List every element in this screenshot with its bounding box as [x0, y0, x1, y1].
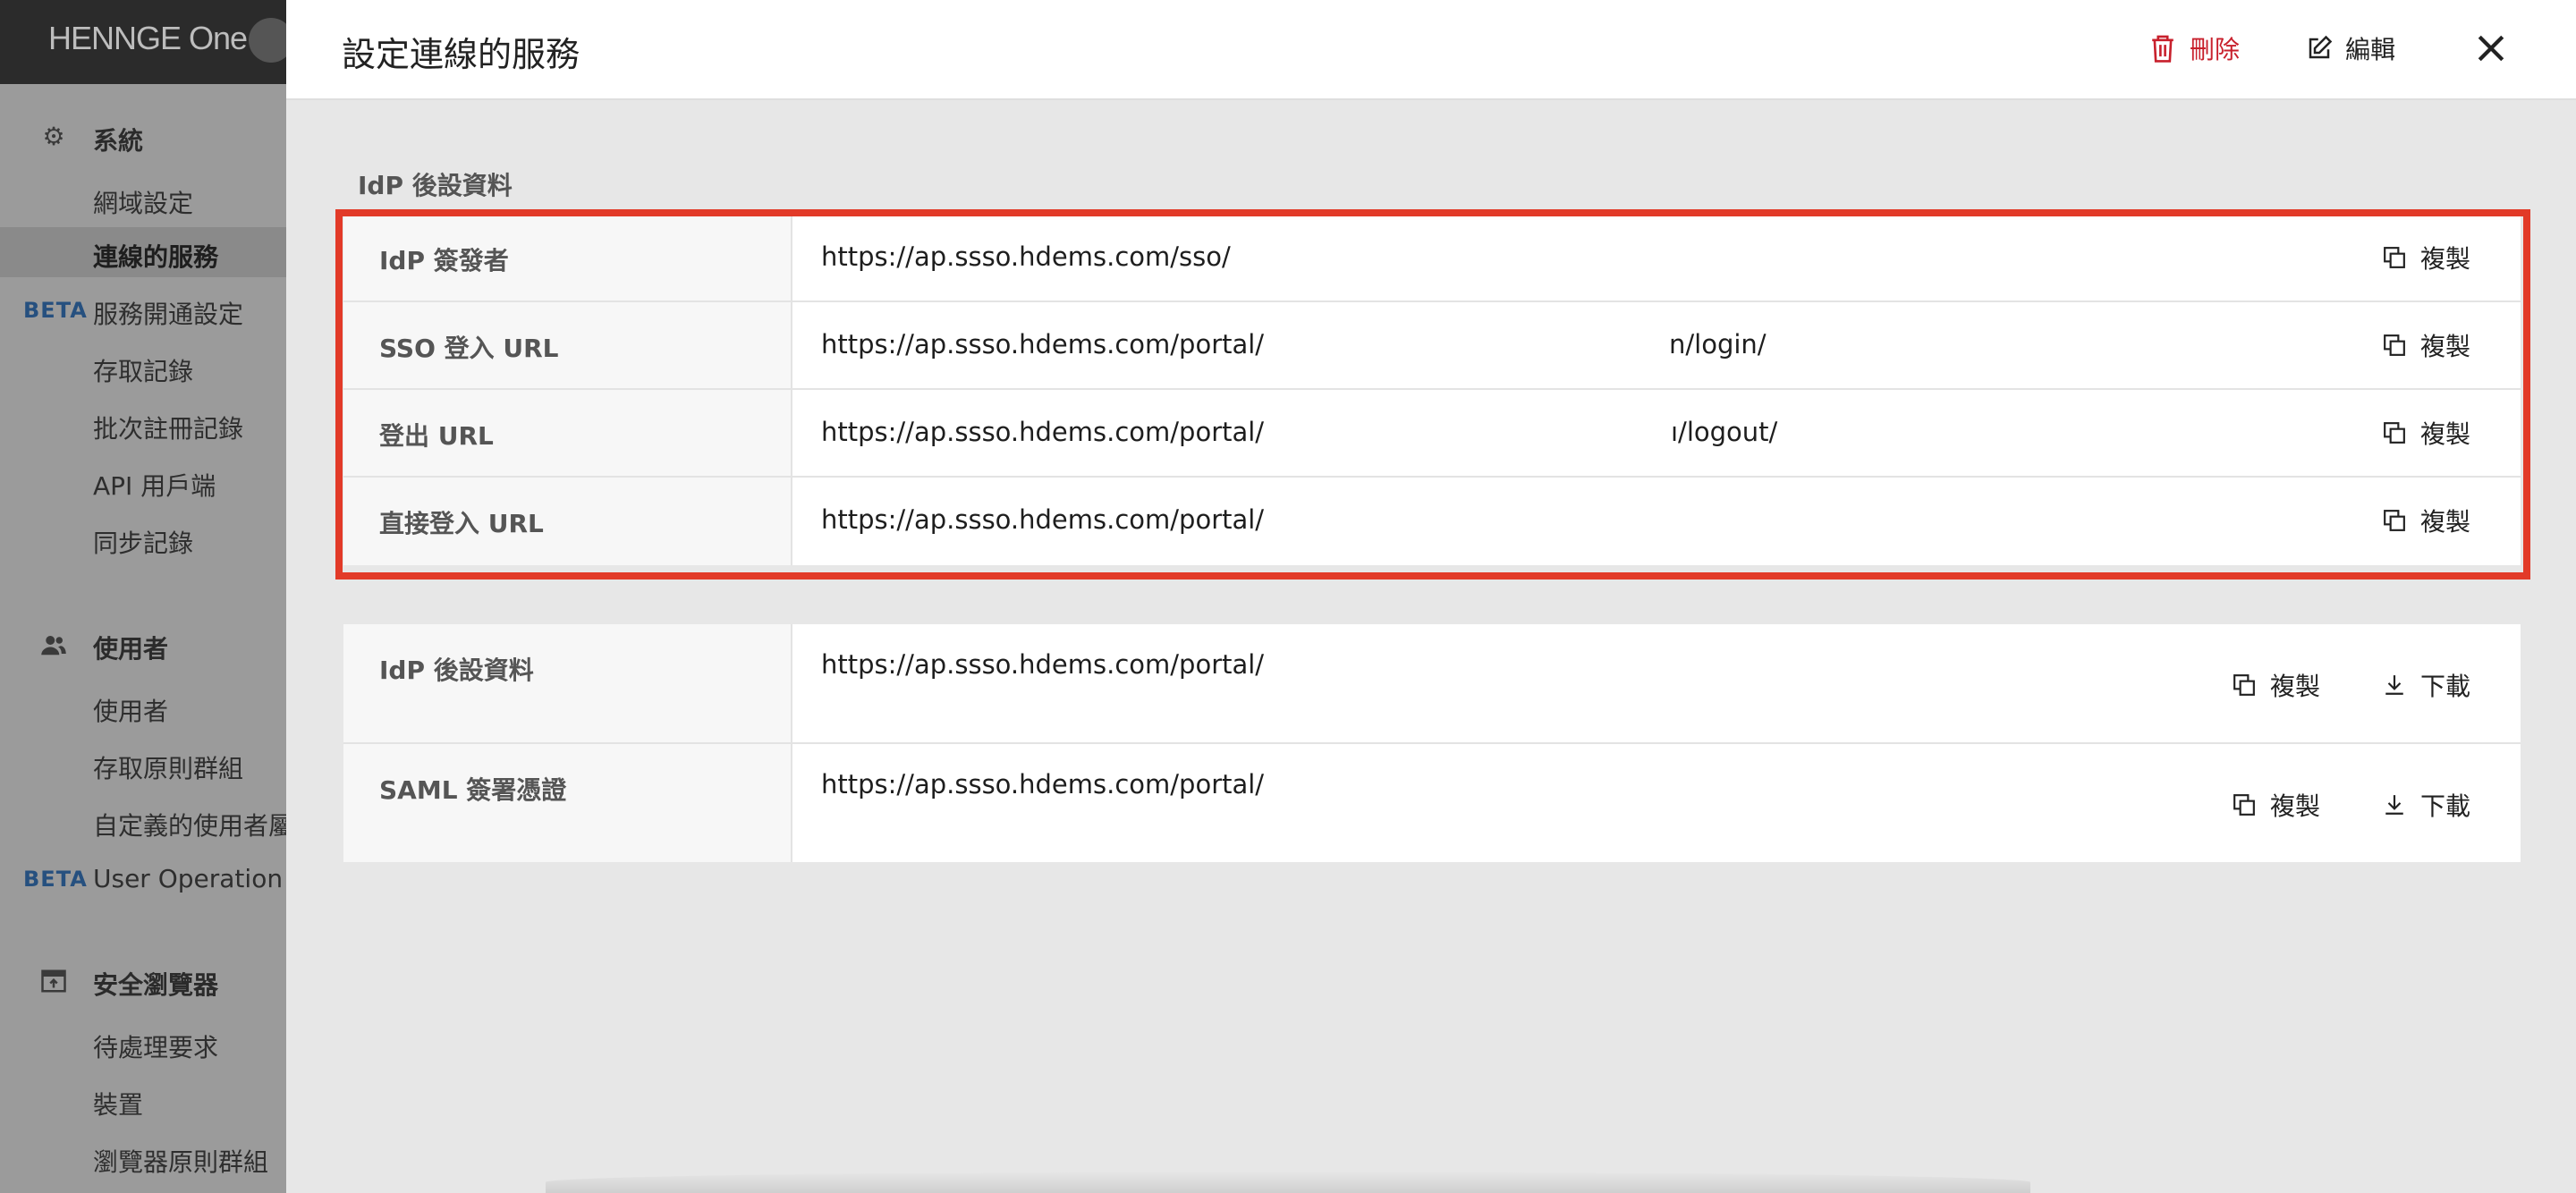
sidebar-section-secure-browser: 安全瀏覽器 [0, 959, 286, 1003]
browser-icon [39, 968, 68, 994]
idp-metadata-table: IdP 後設資料 https://ap.ssso.hdems.com/porta… [343, 624, 2521, 862]
copy-icon [2233, 674, 2255, 696]
sidebar-section-system: ⚙ 系統 [0, 114, 286, 159]
row-value[interactable]: https://ap.ssso.hdems.com/portal/ [821, 329, 1264, 360]
sidebar-item-user-operation-logs[interactable]: BETA User Operation L [0, 853, 305, 903]
copy-icon [2384, 247, 2405, 268]
app-topbar: HENNGE One [0, 0, 293, 84]
download-button[interactable]: 下載 [2383, 667, 2470, 703]
copy-icon [2233, 794, 2255, 816]
download-button[interactable]: 下載 [2383, 787, 2470, 823]
copy-button[interactable]: 複製 [2233, 787, 2320, 823]
copy-button[interactable]: 複製 [2233, 667, 2320, 703]
modal-header: 設定連線的服務 刪除 編輯 [286, 0, 2576, 100]
modal-title: 設定連線的服務 [342, 35, 580, 74]
row-value-suffix: ı/logout/ [1671, 417, 1778, 447]
sidebar-item-access-policy-groups[interactable]: 存取原則群組 [0, 739, 286, 789]
sidebar-item-pending-requests[interactable]: 待處理要求 [0, 1018, 286, 1068]
sidebar-section-users: 使用者 [0, 622, 286, 667]
copy-button[interactable]: 複製 [2383, 503, 2470, 538]
sidebar-item-domain-settings[interactable]: 網域設定 [0, 173, 286, 224]
row-value[interactable]: https://ap.ssso.hdems.com/portal/ [821, 417, 1264, 447]
app-logo: HENNGE One [48, 20, 248, 56]
sidebar-item-browser-policy-groups[interactable]: 瀏覽器原則群組 [0, 1132, 286, 1182]
sidebar-item-devices[interactable]: 裝置 [0, 1075, 286, 1125]
row-value[interactable]: https://ap.ssso.hdems.com/portal/ [821, 504, 1264, 535]
sidebar-item-custom-user-attributes[interactable]: 自定義的使用者屬 [0, 796, 293, 846]
edit-button[interactable]: 編輯 [2306, 27, 2395, 70]
row-key: SAML 簽署憑證 [379, 775, 567, 805]
row-value[interactable]: https://ap.ssso.hdems.com/portal/ [821, 649, 1264, 680]
row-key: IdP 後設資料 [379, 656, 534, 685]
sidebar-item-access-logs[interactable]: 存取記錄 [0, 342, 286, 392]
sidebar: ⚙ 系統 網域設定 連線的服務 BETA 服務開通設定 存取記錄 批次註冊記錄 … [0, 84, 305, 1193]
copy-button[interactable]: 複製 [2383, 240, 2470, 275]
idp-info-table: IdP 簽發者 https://ap.ssso.hdems.com/sso/ 複… [343, 215, 2521, 565]
row-value-suffix: n/login/ [1669, 329, 1767, 360]
gear-icon: ⚙ [42, 122, 65, 151]
table-row: SSO 登入 URL https://ap.ssso.hdems.com/por… [343, 302, 2521, 390]
table-row: 直接登入 URL https://ap.ssso.hdems.com/porta… [343, 478, 2521, 565]
section-heading: IdP 後設資料 [358, 171, 513, 200]
beta-badge: BETA [23, 867, 88, 892]
copy-icon [2384, 334, 2405, 356]
table-row: IdP 後設資料 https://ap.ssso.hdems.com/porta… [343, 624, 2521, 744]
footer-shadow [546, 1172, 2030, 1193]
row-value[interactable]: https://ap.ssso.hdems.com/portal/ [821, 769, 1264, 800]
close-button[interactable] [2469, 27, 2513, 70]
sidebar-item-bulk-logs[interactable]: 批次註冊記錄 [0, 399, 286, 449]
row-key: 登出 URL [379, 421, 494, 451]
copy-icon [2384, 510, 2405, 531]
row-key: 直接登入 URL [379, 509, 544, 538]
edit-icon [2309, 35, 2333, 59]
trash-icon [2152, 35, 2174, 63]
copy-button[interactable]: 複製 [2383, 327, 2470, 363]
sidebar-item-sync-logs[interactable]: 同步記錄 [0, 513, 286, 563]
close-icon [2478, 35, 2504, 62]
sidebar-item-provisioning[interactable]: BETA 服務開通設定 [0, 284, 286, 334]
delete-button[interactable]: 刪除 [2148, 27, 2240, 70]
copy-icon [2384, 422, 2405, 444]
copy-button[interactable]: 複製 [2383, 415, 2470, 451]
sidebar-item-connected-services[interactable]: 連線的服務 [0, 227, 286, 277]
users-icon [39, 631, 68, 658]
table-row: SAML 簽署憑證 https://ap.ssso.hdems.com/port… [343, 744, 2521, 862]
table-row: IdP 簽發者 https://ap.ssso.hdems.com/sso/ 複… [343, 215, 2521, 302]
service-settings-modal: 設定連線的服務 刪除 編輯 IdP 後設資料 IdP 簽發者 https://a… [286, 0, 2576, 1193]
download-icon [2385, 675, 2403, 695]
beta-badge: BETA [23, 298, 88, 323]
sidebar-item-users[interactable]: 使用者 [0, 681, 286, 732]
download-icon [2385, 795, 2403, 815]
row-key: SSO 登入 URL [379, 334, 559, 363]
table-row: 登出 URL https://ap.ssso.hdems.com/portal/… [343, 390, 2521, 478]
row-value[interactable]: https://ap.ssso.hdems.com/sso/ [821, 241, 1231, 272]
sidebar-item-api-clients[interactable]: API 用戶端 [0, 456, 286, 506]
row-key: IdP 簽發者 [379, 246, 509, 275]
